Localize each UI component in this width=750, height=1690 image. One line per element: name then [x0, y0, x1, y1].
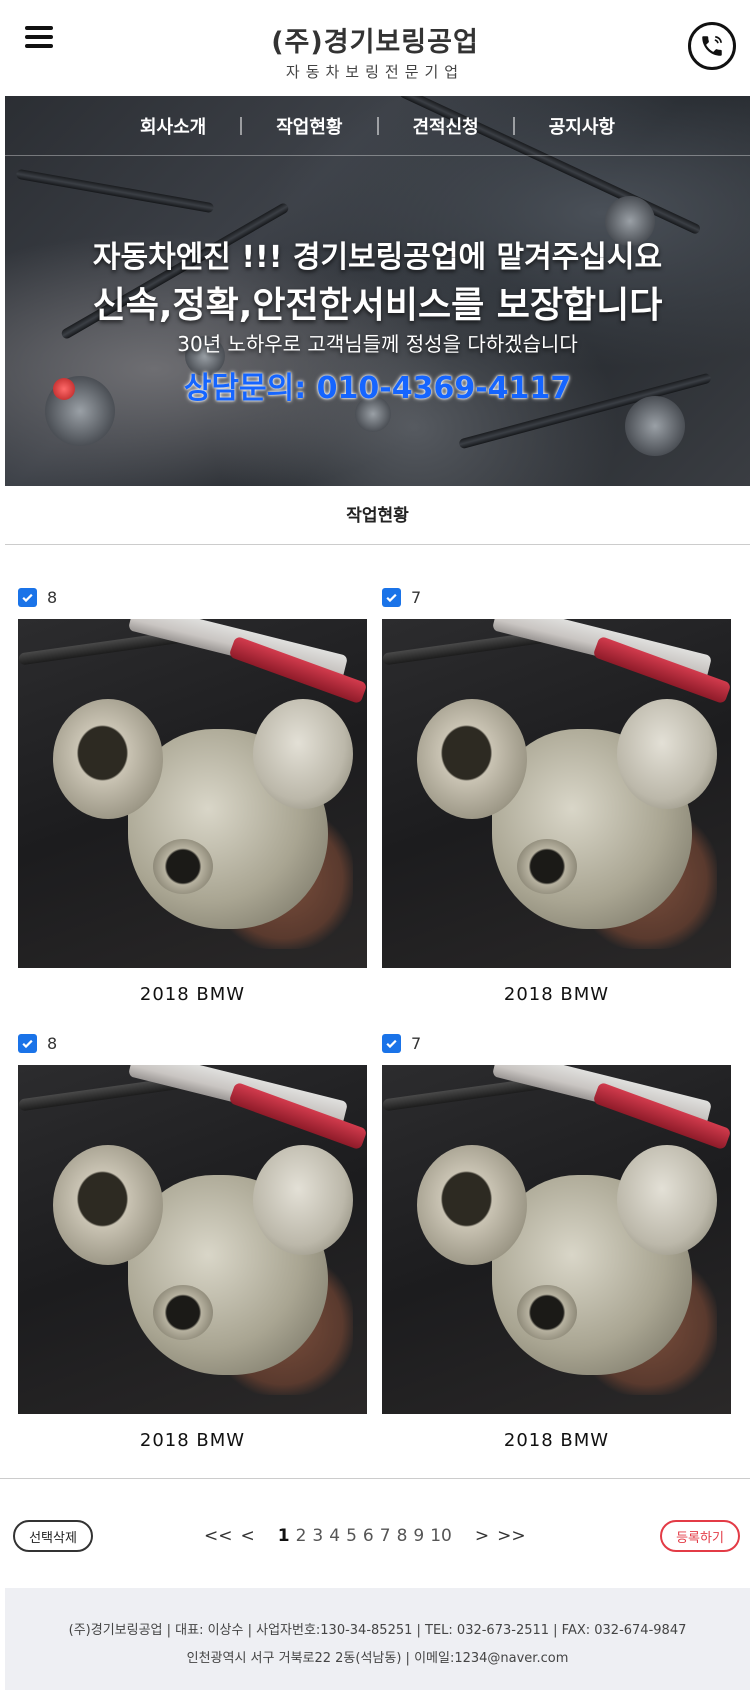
site-header: (주)경기보링공업 자동차보링전문기업: [0, 0, 750, 96]
select-checkbox[interactable]: [18, 587, 37, 607]
page-title: 작업현황: [5, 487, 750, 545]
page-link[interactable]: 8: [397, 1526, 408, 1546]
hero-subheadline: 신속,정확,안전한서비스를 보장합니다: [92, 285, 663, 326]
select-checkbox[interactable]: [18, 1033, 37, 1053]
item-number: 7: [411, 587, 422, 607]
company-name: (주)경기보링공업: [271, 27, 479, 58]
page-link[interactable]: 9: [413, 1526, 424, 1546]
page-link[interactable]: 2: [296, 1526, 307, 1546]
page-link[interactable]: 3: [312, 1526, 323, 1546]
page-link[interactable]: 1: [278, 1526, 290, 1546]
page-link[interactable]: 4: [329, 1526, 340, 1546]
nav-item-notice[interactable]: 공지사항: [515, 113, 649, 139]
divider: [0, 1478, 750, 1479]
gallery-photo[interactable]: [18, 619, 367, 968]
gallery-card[interactable]: 7 2018 BMW: [382, 1031, 731, 1451]
main-nav: 회사소개 작업현황 견적신청 공지사항: [5, 96, 750, 156]
next-page-link[interactable]: >: [475, 1526, 489, 1546]
nav-item-work-status[interactable]: 작업현황: [242, 113, 376, 139]
item-number: 8: [47, 587, 58, 607]
gallery-card[interactable]: 7 2018 BMW: [382, 585, 731, 1005]
site-logo[interactable]: (주)경기보링공업 자동차보링전문기업: [0, 20, 750, 82]
first-page-link[interactable]: <<: [204, 1526, 233, 1546]
phone-icon[interactable]: [688, 22, 736, 70]
site-footer: (주)경기보링공업 | 대표: 이상수 | 사업자번호:130-34-85251…: [5, 1588, 750, 1690]
gallery-caption[interactable]: 2018 BMW: [382, 1430, 731, 1451]
select-checkbox[interactable]: [382, 587, 401, 607]
delete-selected-button[interactable]: 선택삭제: [13, 1520, 93, 1552]
page-link[interactable]: 5: [346, 1526, 357, 1546]
hero-description: 30년 노하우로 고객님들께 정성을 다하겠습니다: [177, 332, 578, 356]
gallery-photo[interactable]: [382, 619, 731, 968]
pagination: << < 1 2 3 4 5 6 7 8 9 10 > >>: [200, 1523, 530, 1549]
gallery-caption[interactable]: 2018 BMW: [382, 984, 731, 1005]
gallery-photo[interactable]: [382, 1065, 731, 1414]
nav-item-estimate[interactable]: 견적신청: [379, 113, 513, 139]
hero-contact-phone[interactable]: 상담문의: 010-4369-4117: [5, 363, 750, 407]
prev-page-link[interactable]: <: [241, 1526, 255, 1546]
gallery-card[interactable]: 8 2018 BMW: [18, 585, 367, 1005]
gallery-caption[interactable]: 2018 BMW: [18, 1430, 367, 1451]
register-button[interactable]: 등록하기: [660, 1520, 740, 1552]
hero-headline: 자동차엔진 !!! 경기보링공업에 맡겨주십시요: [92, 240, 663, 275]
hero-banner: 회사소개 작업현황 견적신청 공지사항 자동차엔진 !!! 경기보링공업에 맡겨…: [5, 96, 750, 486]
page-link[interactable]: 10: [430, 1526, 452, 1546]
company-tagline: 자동차보링전문기업: [285, 63, 465, 81]
gallery-photo[interactable]: [18, 1065, 367, 1414]
footer-address: 인천광역시 서구 거북로22 2동(석남동) | 이메일:1234@naver.…: [186, 1651, 569, 1666]
item-number: 8: [47, 1033, 58, 1053]
last-page-link[interactable]: >>: [497, 1526, 526, 1546]
item-number: 7: [411, 1033, 422, 1053]
select-checkbox[interactable]: [382, 1033, 401, 1053]
gallery-caption[interactable]: 2018 BMW: [18, 984, 367, 1005]
page-link[interactable]: 6: [363, 1526, 374, 1546]
gallery-card[interactable]: 8 2018 BMW: [18, 1031, 367, 1451]
page-link[interactable]: 7: [380, 1526, 391, 1546]
nav-item-company[interactable]: 회사소개: [106, 113, 240, 139]
footer-company-info: (주)경기보링공업 | 대표: 이상수 | 사업자번호:130-34-85251…: [68, 1623, 687, 1638]
